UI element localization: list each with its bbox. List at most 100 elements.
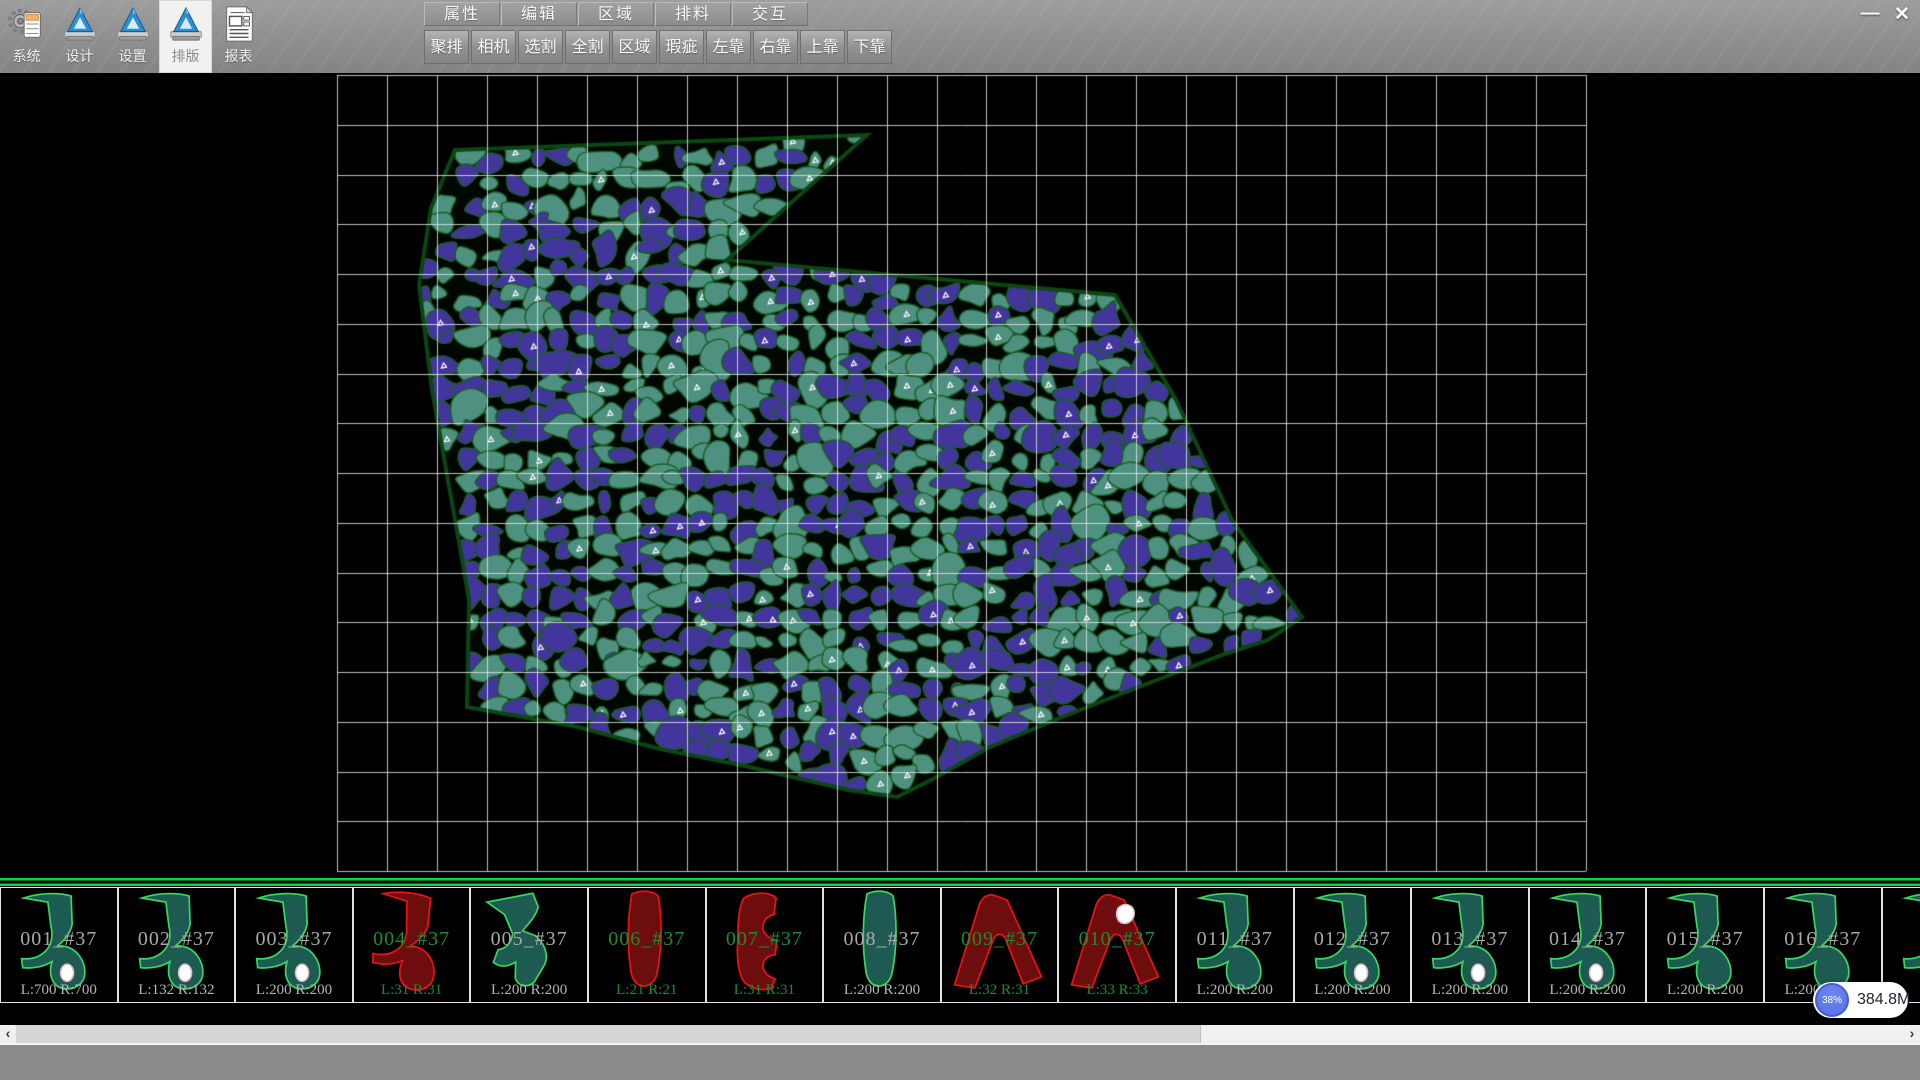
system-icon (8, 2, 46, 46)
scroll-right-icon: › (1910, 1025, 1915, 1041)
thumbnail-strip: 001_#37L:700 R:700002_#37L:132 R:132003_… (0, 878, 1920, 1025)
ribbon-bar: 系统设计设置排版报表 属性编辑区域排料交互 聚排相机选割全割区域瑕疵左靠右靠上靠… (0, 0, 1920, 73)
toolbar: 聚排相机选割全割区域瑕疵左靠右靠上靠下靠 (424, 30, 894, 64)
thumbnail-cell[interactable]: 003_#37 L:200 R:200 (235, 887, 353, 1003)
app-tab-label: 排版 (172, 46, 200, 66)
thumbnail-lr: L:132 R:132 (119, 982, 235, 999)
thumbnail-cell[interactable]: 015_#37 L:200 R:200 (1646, 887, 1764, 1003)
toolbar-button[interactable]: 右靠 (753, 30, 798, 64)
thumbnail-lr: L:31 R:31 (707, 982, 823, 999)
toolbar-button[interactable]: 下靠 (847, 30, 892, 64)
thumbnail-lr: L:200 R:200 (1530, 982, 1646, 999)
thumbnail-cell[interactable]: 002_#37 L:132 R:132 (118, 887, 236, 1003)
thumbnail-lr: L:200 R:200 (824, 982, 940, 999)
memory-badge[interactable]: 38% 384.8M (1813, 982, 1908, 1018)
toolbar-button[interactable]: 相机 (471, 30, 516, 64)
thumbnail-lr: L:200 R:200 (1295, 982, 1411, 999)
thumbnail-cell[interactable]: 011_#37 L:200 R:200 (1176, 887, 1294, 1003)
thumbnail-cell[interactable]: 005_#37 L:200 R:200 (470, 887, 588, 1003)
scroll-left-icon: ‹ (6, 1025, 11, 1041)
toolbar-button[interactable]: 瑕疵 (659, 30, 704, 64)
toolbar-button[interactable]: 选割 (518, 30, 563, 64)
thumbnail-lr: L:200 R:200 (1412, 982, 1528, 999)
thumbnail-cell[interactable]: 014_#37 L:200 R:200 (1529, 887, 1647, 1003)
app-tab[interactable]: 排版 (159, 0, 212, 73)
thumbnail-cell[interactable]: 007_#37 L:31 R:31 (706, 887, 824, 1003)
thumbnail-cell[interactable]: 012_#37 L:200 R:200 (1294, 887, 1412, 1003)
strip-top-border (0, 878, 1920, 887)
window-controls: — ✕ (1854, 1, 1918, 27)
thumbnail-cells: 001_#37L:700 R:700002_#37L:132 R:132003_… (0, 887, 1920, 1003)
nest-canvas[interactable] (0, 73, 1920, 878)
menu-tab[interactable]: 属性 (424, 2, 500, 26)
scroll-right-button[interactable]: › (1904, 1025, 1920, 1043)
thumbnail-lr: L:200 R:200 (1647, 982, 1763, 999)
thumbnail-lr: L:200 R:200 (1177, 982, 1293, 999)
app-tab-label: 设置 (119, 46, 147, 66)
thumbnail-label: 002_#37 (119, 928, 235, 951)
toolbar-button[interactable]: 全割 (565, 30, 610, 64)
thumbnail-label: 014_#37 (1530, 928, 1646, 951)
thumbnail-lr: L:200 R:200 (236, 982, 352, 999)
toolbar-button[interactable]: 上靠 (800, 30, 845, 64)
scrollbar-thumb[interactable] (1200, 1025, 1904, 1043)
app-tab[interactable]: 系统 (0, 0, 53, 73)
thumbnail-cell[interactable]: 013_#37 L:200 R:200 (1411, 887, 1529, 1003)
thumbnail-label: 016_#37 (1765, 928, 1881, 951)
thumbnail-lr: L:21 R:21 (589, 982, 705, 999)
menu-tab-bar: 属性编辑区域排料交互 (424, 2, 809, 27)
memory-size: 384.8M (1857, 991, 1910, 1009)
app-tab-bar: 系统 设计 设置 排版 报表 (0, 0, 265, 73)
thumbnail-label: 009_#37 (942, 928, 1058, 951)
scroll-left-button[interactable]: ‹ (0, 1025, 16, 1043)
design-icon (61, 2, 99, 46)
thumbnail-cell[interactable]: 001_#37 L:700 R:700 (0, 887, 118, 1003)
thumbnail-cell[interactable]: 006_#37 L:21 R:21 (588, 887, 706, 1003)
thumbnail-lr: L:200 R:200 (471, 982, 587, 999)
thumbnail-label: 012_#37 (1295, 928, 1411, 951)
menu-tab[interactable]: 区域 (578, 2, 654, 26)
menu-tab[interactable]: 交互 (732, 2, 808, 26)
app-tab[interactable]: 报表 (212, 0, 265, 73)
thumbnail-cell[interactable]: 004_#37 L:31 R:31 (353, 887, 471, 1003)
thumbnail-label: 001_#37 (1, 928, 117, 951)
app-tab[interactable]: 设置 (106, 0, 159, 73)
thumbnail-cell[interactable]: 008_#37 L:200 R:200 (823, 887, 941, 1003)
thumbnail-label: 011_#37 (1177, 928, 1293, 951)
thumbnail-cell[interactable]: 009_#37 L:32 R:31 (941, 887, 1059, 1003)
minimize-icon: — (1861, 3, 1880, 25)
thumbnail-label: 007_#37 (707, 928, 823, 951)
memory-percent: 38% (1822, 995, 1842, 1006)
settings-icon (114, 2, 152, 46)
status-bar (0, 1043, 1920, 1080)
minimize-button[interactable]: — (1854, 1, 1886, 27)
app-tab-label: 设计 (66, 46, 94, 66)
toolbar-button[interactable]: 区域 (612, 30, 657, 64)
menu-tab[interactable]: 排料 (655, 2, 731, 26)
nesting-icon (167, 2, 205, 46)
thumbnail-lr: L:33 R:33 (1059, 982, 1175, 999)
thumbnail-label: 008_#37 (824, 928, 940, 951)
app-tab-label: 系统 (13, 46, 41, 66)
thumbnail-lr: L:32 R:31 (942, 982, 1058, 999)
close-button[interactable]: ✕ (1886, 1, 1918, 27)
thumbnail-label: 013_#37 (1412, 928, 1528, 951)
thumbnail-lr: L:31 R:31 (354, 982, 470, 999)
thumbnail-label: 003_#37 (236, 928, 352, 951)
thumbnail-cell[interactable]: 010_#37 L:33 R:33 (1058, 887, 1176, 1003)
thumbnail-label: 005_#37 (471, 928, 587, 951)
thumbnail-label: 010_#37 (1059, 928, 1175, 951)
toolbar-button[interactable]: 左靠 (706, 30, 751, 64)
memory-percent-circle: 38% (1815, 983, 1849, 1017)
thumbnail-label: 015_#37 (1647, 928, 1763, 951)
close-icon: ✕ (1894, 3, 1910, 26)
thumbnail-label: 006_#37 (589, 928, 705, 951)
horizontal-scrollbar[interactable]: ‹ › (0, 1025, 1920, 1043)
app-tab[interactable]: 设计 (53, 0, 106, 73)
thumbnail-lr: L:700 R:700 (1, 982, 117, 999)
thumbnail-label: 004_#37 (354, 928, 470, 951)
nest-viewport[interactable] (0, 73, 1920, 878)
toolbar-button[interactable]: 聚排 (424, 30, 469, 64)
menu-tab[interactable]: 编辑 (501, 2, 577, 26)
app-tab-label: 报表 (225, 46, 253, 66)
